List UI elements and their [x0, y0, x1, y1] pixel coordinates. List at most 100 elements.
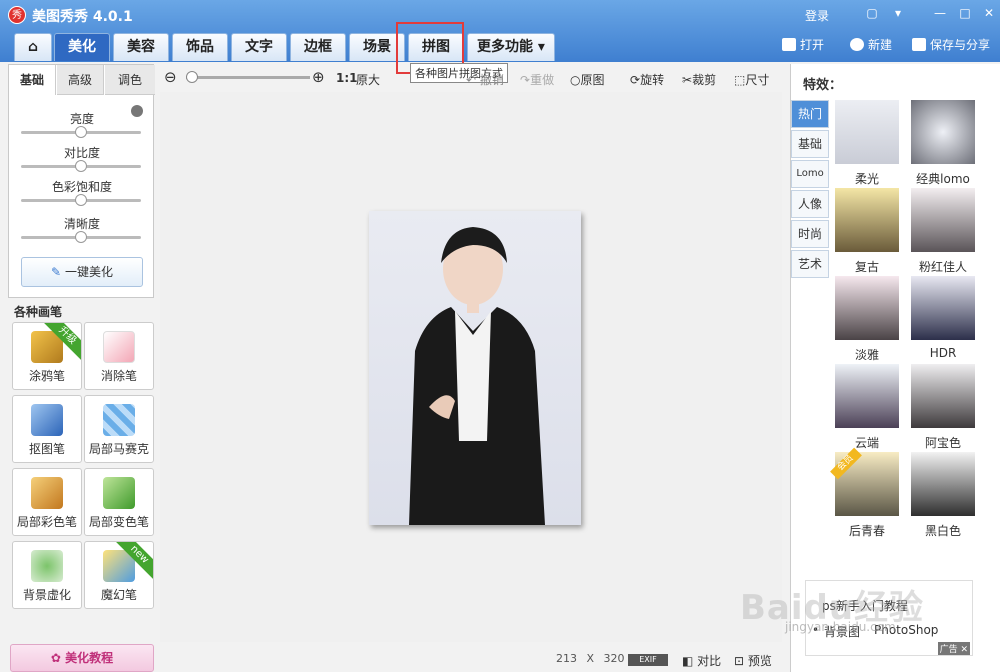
rotate-label: 旋转 — [640, 73, 665, 87]
brightness-slider[interactable] — [21, 126, 141, 138]
new-label: 新建 — [868, 38, 893, 52]
original-size-button[interactable]: 原大 — [356, 71, 380, 88]
zoom-knob[interactable] — [186, 71, 198, 83]
subtab-advanced[interactable]: 高级 — [57, 65, 104, 95]
compare-button[interactable]: ◧ 对比 — [682, 652, 721, 669]
effect-thumbnail — [911, 364, 975, 428]
zoom-in-icon[interactable]: ⊕ — [312, 68, 325, 86]
size-separator: X — [586, 652, 595, 665]
subtab-color[interactable]: 调色 — [105, 65, 155, 95]
save-share-button[interactable]: 保存与分享 — [912, 36, 990, 54]
crop-button[interactable]: ✂裁剪 — [682, 71, 716, 88]
effect-category-lomo[interactable]: Lomo — [791, 160, 829, 188]
preview-label: 预览 — [747, 654, 772, 668]
cutout-pen-button[interactable]: 抠图笔 — [12, 395, 82, 463]
magic-pen-button[interactable]: 魔幻笔 new — [84, 541, 154, 609]
effect-label: 复古 — [854, 260, 879, 274]
background-blur-button[interactable]: 背景虚化 — [12, 541, 82, 609]
slider-knob[interactable] — [75, 126, 87, 138]
effect-category-basic[interactable]: 基础 — [791, 130, 829, 158]
tab-text[interactable]: 文字 — [231, 33, 287, 61]
tab-accessories[interactable]: 饰品 — [172, 33, 228, 61]
effect-youth[interactable]: 会员 后青春 — [829, 447, 905, 540]
ad-tag[interactable]: 广告 ✕ — [937, 642, 970, 655]
minimize-icon[interactable]: — — [932, 6, 948, 20]
original-button[interactable]: ○原图 — [570, 71, 605, 88]
pen-label: 局部马赛克 — [88, 442, 149, 456]
tutorial-label: 美化教程 — [65, 651, 114, 665]
pen-label: 消除笔 — [100, 369, 137, 383]
paint-brush-icon — [31, 477, 63, 509]
scissors-icon: ✂ — [682, 73, 693, 87]
close-icon[interactable]: ✕ — [981, 6, 997, 20]
slider-knob[interactable] — [75, 160, 87, 172]
actual-size-ratio[interactable]: 1:1 — [336, 71, 358, 85]
rotate-button[interactable]: ⟳旋转 — [630, 71, 664, 88]
effect-abao[interactable]: 阿宝色 — [905, 364, 981, 452]
resize-button[interactable]: ⬚尺寸 — [734, 71, 769, 88]
undo-button[interactable]: ↶ 撤销 — [466, 71, 504, 88]
login-link[interactable]: 登录 — [805, 7, 829, 24]
subtab-basic[interactable]: 基础 — [9, 65, 56, 95]
preview-button[interactable]: ⊡ 预览 — [734, 652, 772, 669]
effect-pink-lady[interactable]: 粉红佳人 — [905, 188, 981, 276]
tab-beauty[interactable]: 美容 — [113, 33, 169, 61]
effect-label: 粉红佳人 — [918, 260, 967, 274]
tab-beautify[interactable]: 美化 — [54, 33, 110, 61]
zoom-out-icon[interactable]: ⊖ — [164, 68, 177, 86]
redo-button[interactable]: ↷重做 — [520, 71, 554, 88]
zoom-slider[interactable] — [186, 71, 310, 83]
effect-classic-lomo[interactable]: 经典lomo — [905, 100, 981, 188]
one-click-beautify-button[interactable]: ✎ 一键美化 — [21, 257, 143, 287]
effect-category-hot[interactable]: 热门 — [791, 100, 829, 128]
sharpness-slider[interactable] — [21, 231, 141, 243]
adjust-panel: 基础 高级 调色 亮度 对比度 色彩饱和度 清晰度 ✎ 一键美化 — [8, 64, 155, 298]
effect-retro[interactable]: 复古 — [829, 188, 905, 276]
effect-thumbnail — [911, 276, 975, 340]
mosaic-pen-button[interactable]: 局部马赛克 — [84, 395, 154, 463]
edited-photo[interactable] — [369, 211, 581, 525]
save-icon — [912, 38, 926, 51]
mosaic-icon — [103, 404, 135, 436]
image-size-readout: 213 X 320 — [556, 652, 625, 665]
effect-category-fashion[interactable]: 时尚 — [791, 220, 829, 248]
member-badge: 会员 — [830, 447, 862, 480]
preview-icon: ⊡ — [734, 654, 745, 668]
effect-hdr[interactable]: HDR — [905, 276, 981, 364]
menu-icon[interactable]: ▾ — [890, 6, 906, 20]
footprint-icon: ✿ — [50, 651, 61, 665]
effect-thumbnail — [835, 276, 899, 340]
original-label: 原图 — [580, 73, 605, 87]
effect-label: 经典lomo — [916, 172, 970, 186]
slider-knob[interactable] — [75, 194, 87, 206]
effect-soft-light[interactable]: 柔光 — [829, 100, 905, 188]
eraser-pen-button[interactable]: 消除笔 — [84, 322, 154, 390]
effect-category-art[interactable]: 艺术 — [791, 250, 829, 278]
effect-label: 黑白色 — [924, 524, 961, 538]
tab-border[interactable]: 边框 — [290, 33, 346, 61]
effect-label: 柔光 — [854, 172, 879, 186]
recolor-pen-button[interactable]: 局部变色笔 — [84, 468, 154, 536]
exif-button[interactable]: EXIF — [628, 654, 668, 666]
color-pen-button[interactable]: 局部彩色笔 — [12, 468, 82, 536]
feedback-icon[interactable]: ▢ — [864, 6, 880, 20]
doodle-pen-button[interactable]: 涂鸦笔 升级 — [12, 322, 82, 390]
saturation-slider[interactable] — [21, 194, 141, 206]
tab-more[interactable]: 更多功能 ▾ — [467, 33, 555, 61]
effect-category-portrait[interactable]: 人像 — [791, 190, 829, 218]
effect-elegant[interactable]: 淡雅 — [829, 276, 905, 364]
tutorial-button[interactable]: ✿ 美化教程 — [10, 644, 154, 672]
redo-label: 重做 — [530, 73, 555, 87]
undo-icon: ↶ — [466, 73, 477, 87]
slider-label: 亮度 — [69, 112, 94, 126]
slider-knob[interactable] — [75, 231, 87, 243]
effect-cloud[interactable]: 云端 — [829, 364, 905, 452]
effect-thumbnail — [911, 452, 975, 516]
maximize-icon[interactable]: □ — [957, 6, 973, 20]
new-button[interactable]: 新建 — [850, 36, 892, 54]
home-icon: ⌂ — [27, 39, 39, 55]
contrast-slider[interactable] — [21, 160, 141, 172]
home-tab[interactable]: ⌂ — [14, 33, 52, 61]
effect-black-white[interactable]: 黑白色 — [905, 452, 981, 540]
open-button[interactable]: 打开 — [782, 36, 824, 54]
